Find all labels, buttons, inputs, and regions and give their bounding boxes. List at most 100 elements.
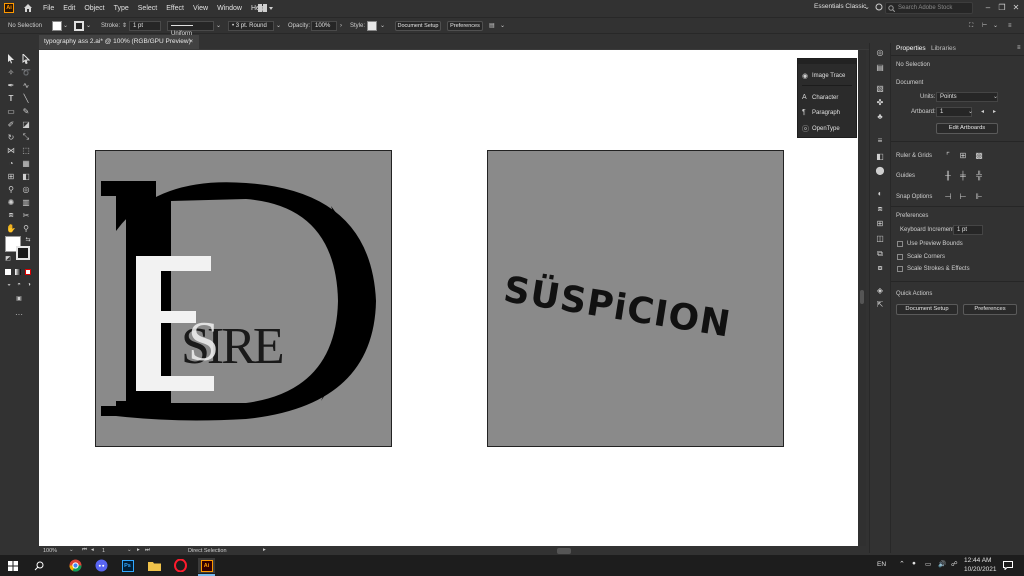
magic-wand-tool-icon[interactable]: ✧ (5, 66, 17, 78)
chrome-icon[interactable] (68, 558, 83, 573)
arrange-chevron-icon[interactable]: ⌄ (500, 21, 505, 31)
scale-strokes-checkbox[interactable]: Scale Strokes & Effects (897, 266, 970, 272)
layers-panel-icon[interactable]: ▤ (874, 62, 886, 74)
line-tool-icon[interactable]: ╲ (20, 92, 32, 104)
rotate-tool-icon[interactable]: ↻ (5, 131, 17, 143)
maximize-button[interactable]: ❐ (996, 2, 1008, 14)
tray-up-icon[interactable]: ⌃ (899, 560, 905, 568)
width-tool-icon[interactable]: ⋈ (5, 144, 17, 156)
quick-preferences-button[interactable]: Preferences (963, 304, 1017, 315)
snap-to-point-icon[interactable]: ⊣ (943, 192, 953, 202)
brush-definition[interactable]: • 3 pt. Round (228, 21, 274, 31)
notification-icon[interactable] (1000, 558, 1015, 573)
panel-grip[interactable] (798, 59, 856, 64)
pen-tool-icon[interactable]: ✒ (5, 79, 17, 91)
lasso-tool-icon[interactable]: ➰ (20, 66, 32, 78)
status-arrow-icon[interactable]: ▸ (263, 547, 266, 553)
transparency-grid-icon[interactable]: ▩ (974, 151, 984, 161)
curvature-tool-icon[interactable]: ∿ (20, 79, 32, 91)
edit-toolbar-icon[interactable]: ··· (13, 308, 25, 320)
stroke-chevron-icon[interactable]: ⌄ (86, 21, 91, 31)
prev-artboard-icon[interactable]: ◂ (91, 547, 94, 553)
clock-date[interactable]: 10/20/2021 (964, 566, 997, 573)
snap-to-grid-icon[interactable]: ⊢ (958, 192, 968, 202)
panel-layout-icon[interactable]: ⛶ (969, 21, 973, 31)
menu-options-icon[interactable]: ≡ (1008, 21, 1012, 31)
rectangle-tool-icon[interactable]: ▭ (5, 105, 17, 117)
graphic-style-swatch[interactable] (367, 21, 377, 31)
align-chevron-icon[interactable]: ⌄ (993, 21, 998, 31)
search-taskbar-icon[interactable] (31, 558, 46, 573)
file-explorer-icon[interactable] (147, 558, 162, 573)
screen-mode-icon[interactable]: ▣ (13, 292, 25, 304)
perspective-grid-tool-icon[interactable]: ▦ (20, 157, 32, 169)
zoom-level[interactable]: 100% (43, 548, 57, 554)
volume-icon[interactable]: 🔊 (938, 560, 946, 568)
arrange-icon[interactable]: ▤ (489, 21, 495, 31)
free-transform-tool-icon[interactable]: ⬚ (20, 144, 32, 156)
lock-guides-icon[interactable]: ╪ (958, 171, 968, 181)
document-setup-button[interactable]: Document Setup (395, 21, 441, 31)
draw-inside-icon[interactable]: ◑ (23, 279, 35, 291)
keyboard-increment-field[interactable]: 1 pt (953, 225, 983, 235)
quick-document-setup-button[interactable]: Document Setup (896, 304, 958, 315)
close-document-icon[interactable]: × (189, 35, 193, 49)
menu-effect[interactable]: Effect (166, 5, 184, 12)
stroke-weight-field[interactable]: 1 pt (129, 21, 161, 31)
canvas[interactable]: SIRE S SÜSPiCION (39, 50, 858, 546)
fill-swatch[interactable] (52, 21, 62, 31)
stroke-stepper[interactable]: ⇕ (122, 21, 127, 31)
symbol-sprayer-tool-icon[interactable]: ✺ (5, 196, 17, 208)
color-panel-icon[interactable]: ◐ (874, 188, 886, 200)
photoshop-icon[interactable]: Ps (120, 558, 135, 573)
opacity-arrow-icon[interactable]: › (340, 21, 342, 31)
grid-icon[interactable]: ⊞ (958, 151, 968, 161)
menu-window[interactable]: Window (217, 5, 242, 12)
shaper-tool-icon[interactable]: ✐ (5, 118, 17, 130)
vertical-scrollbar[interactable] (858, 50, 866, 546)
minimize-button[interactable]: – (982, 2, 994, 14)
export-icon[interactable]: ⇱ (874, 299, 886, 311)
menu-select[interactable]: Select (138, 5, 157, 12)
snap-to-pixel-icon[interactable]: ⊩ (974, 192, 984, 202)
type-tool-icon[interactable]: T (5, 92, 17, 104)
arrange-documents-icon[interactable] (258, 3, 274, 15)
libraries-icon[interactable]: ▧ (874, 83, 886, 95)
close-window-button[interactable]: ✕ (1010, 2, 1022, 14)
tab-properties[interactable]: Properties (896, 45, 926, 52)
tab-libraries[interactable]: Libraries (931, 45, 956, 52)
eyedropper-tool-icon[interactable]: ⚲ (5, 183, 17, 195)
align-panel-icon[interactable]: ⊞ (874, 218, 886, 230)
use-preview-bounds-checkbox[interactable]: Use Preview Bounds (897, 241, 963, 247)
menu-edit[interactable]: Edit (63, 5, 75, 12)
workspace-chevron-icon[interactable]: ⌄ (864, 3, 870, 11)
first-artboard-icon[interactable]: ⏮ (82, 547, 87, 554)
paragraph-item[interactable]: ¶ Paragraph (802, 109, 840, 116)
menu-view[interactable]: View (193, 5, 208, 12)
discord-tray-icon[interactable]: ● (912, 560, 916, 567)
brushes-icon[interactable]: ✤ (874, 97, 886, 109)
variable-width-profile[interactable]: Uniform (167, 21, 214, 37)
fill-chevron-icon[interactable]: ⌄ (63, 21, 68, 31)
paintbrush-tool-icon[interactable]: ✎ (20, 105, 32, 117)
artboard-select[interactable]: 1 (936, 107, 972, 117)
stroke-swatch[interactable] (74, 21, 84, 31)
smart-guides-icon[interactable]: ╬ (974, 171, 984, 181)
artboard-left[interactable]: SIRE S (95, 150, 392, 447)
image-trace-item[interactable]: ◉ Image Trace (802, 72, 845, 80)
opera-icon[interactable] (173, 558, 188, 573)
discord-icon[interactable] (94, 558, 109, 573)
gradient-mode-icon[interactable] (15, 269, 21, 275)
default-colors-icon[interactable]: ◩ (2, 252, 14, 264)
prev-artboard-button[interactable]: ◂ (981, 108, 984, 115)
brush-chevron-icon[interactable]: ⌄ (276, 21, 281, 31)
show-guides-icon[interactable]: ╫ (943, 171, 953, 181)
next-artboard-button[interactable]: ▸ (993, 108, 996, 115)
selection-tool-icon[interactable] (5, 53, 17, 65)
gradient-tool-icon[interactable]: ◧ (20, 170, 32, 182)
slice-tool-icon[interactable]: ✂ (20, 209, 32, 221)
column-graph-tool-icon[interactable]: ▥ (20, 196, 32, 208)
shape-builder-tool-icon[interactable]: ◔ (5, 157, 17, 169)
none-mode-icon[interactable] (25, 269, 31, 275)
artboard-number[interactable]: 1 (102, 548, 105, 554)
